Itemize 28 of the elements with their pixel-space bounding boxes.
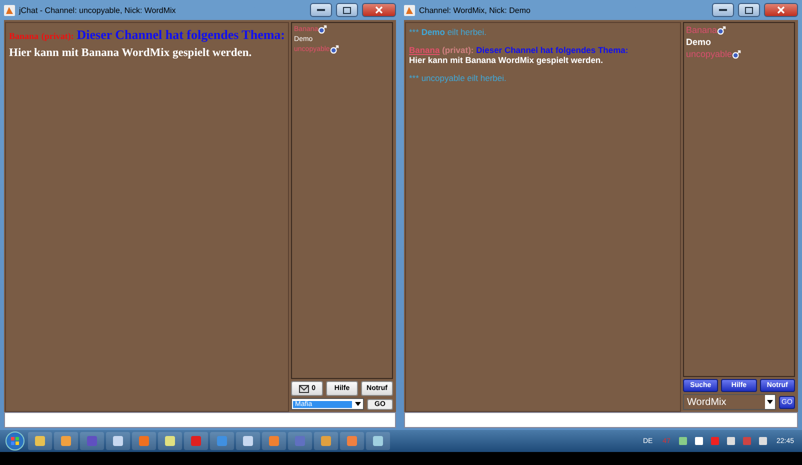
window-title: Channel: WordMix, Nick: Demo bbox=[419, 6, 532, 14]
caret-icon bbox=[355, 402, 361, 406]
topic-text: Hier kann mit Banana WordMix gespielt werden. bbox=[409, 55, 604, 65]
envelope-icon bbox=[298, 384, 309, 392]
message-input[interactable] bbox=[4, 412, 396, 428]
minimize-button[interactable] bbox=[712, 3, 734, 17]
caret-icon bbox=[767, 400, 773, 404]
close-button[interactable] bbox=[764, 3, 798, 17]
join-message: *** uncopyable eilt herbei. bbox=[409, 73, 508, 83]
chat-message: Banana (privat): Dieser Channel hat folgendes Thema: bbox=[9, 27, 286, 43]
maximize-icon bbox=[745, 6, 753, 14]
minimize-button[interactable] bbox=[310, 3, 332, 17]
user-name[interactable]: Demo bbox=[686, 37, 712, 47]
minimize-icon bbox=[317, 9, 325, 11]
maximize-button[interactable] bbox=[336, 3, 358, 17]
maximize-icon bbox=[343, 6, 351, 14]
close-button[interactable] bbox=[362, 3, 396, 17]
minimize-icon bbox=[719, 9, 727, 11]
start-button[interactable] bbox=[4, 431, 26, 451]
window-title: jChat - Channel: uncopyable, Nick: WordMix bbox=[19, 6, 177, 14]
close-icon bbox=[375, 6, 383, 14]
close-icon bbox=[777, 6, 785, 14]
maximize-button[interactable] bbox=[738, 3, 760, 17]
message-input[interactable] bbox=[404, 412, 798, 428]
chat-message: Banana (privat): Dieser Channel hat folgendes Thema: bbox=[409, 45, 630, 55]
channel-dropdown[interactable]: WordMix bbox=[683, 394, 776, 410]
join-message: *** Demo eilt herbei. bbox=[409, 27, 488, 37]
topic-text: Hier kann mit Banana WordMix gespielt werden. bbox=[9, 47, 253, 59]
